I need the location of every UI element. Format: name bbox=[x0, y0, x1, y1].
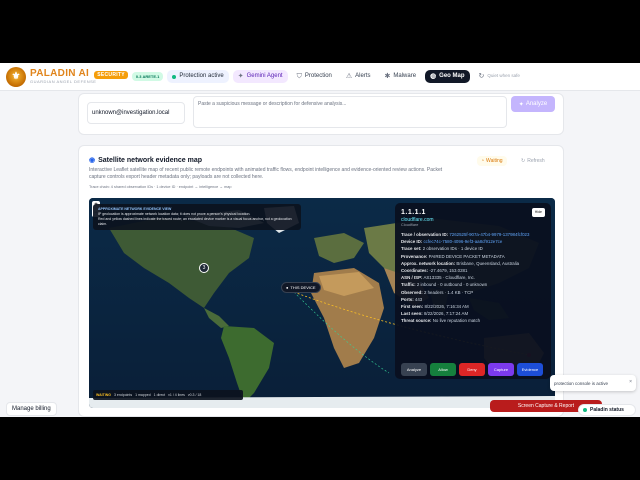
hide-panel-button[interactable]: Hide bbox=[531, 208, 545, 218]
detail-row-value: Brisbane, Queensland, Australia bbox=[456, 260, 520, 266]
deny-button[interactable]: Deny bbox=[459, 363, 485, 377]
globe-icon: ◍ bbox=[430, 72, 437, 80]
nav-protection-active[interactable]: Protection active bbox=[167, 70, 229, 83]
detail-row-value: 443 bbox=[414, 296, 423, 302]
map-card: ◉ Satellite network evidence map Interac… bbox=[78, 145, 564, 417]
brand-subtitle: GUARDIAN ANGEL DEFENSE bbox=[30, 79, 97, 84]
detail-row-key: Trace set: bbox=[401, 246, 422, 252]
refresh-icon: ↻ bbox=[478, 72, 485, 80]
nav-alerts[interactable]: ⚠ Alerts bbox=[341, 70, 376, 84]
detail-row-value: PAIRED DEVICE PACKET METADATA bbox=[428, 253, 505, 259]
detail-row-key: ASN / ISP: bbox=[401, 275, 423, 281]
detail-row: Ports: 443 bbox=[401, 296, 545, 303]
detail-row: Threat source: No live reputation match bbox=[401, 317, 545, 324]
analyze-endpoint-button[interactable]: Analyze bbox=[401, 363, 427, 377]
endpoint-cluster-marker[interactable]: 3 bbox=[199, 263, 209, 273]
nav-quiet-when-safe[interactable]: ↻ Quiet when safe bbox=[474, 70, 525, 84]
shield-icon: ⛉ bbox=[296, 72, 302, 80]
endpoint-org: Cloudflare bbox=[401, 223, 419, 227]
sparkle-icon: ✦ bbox=[237, 72, 244, 80]
status-toast: protection console is active × bbox=[550, 375, 636, 391]
waiting-badge: ◔ Waiting bbox=[477, 156, 507, 166]
signal-icon: ◔ bbox=[481, 158, 485, 164]
endpoint-detail-panel: 1.1.1.1 cloudflare.com Cloudflare Hide T… bbox=[395, 203, 551, 379]
bug-icon: ✱ bbox=[384, 72, 391, 80]
app-frame: ⚜ PALADIN AI SECURITY GUARDIAN ANGEL DEF… bbox=[0, 63, 640, 417]
shield-logo-icon: ⚜ bbox=[6, 66, 26, 87]
refresh-icon: ↻ bbox=[521, 158, 526, 164]
status-dot-icon bbox=[583, 408, 587, 412]
detail-row-value: -27.4679, 153.0281 bbox=[429, 268, 468, 274]
nav-malware[interactable]: ✱ Malware bbox=[380, 70, 422, 84]
nav-protection[interactable]: ⛉ Protection bbox=[292, 70, 337, 84]
detail-row-value: ccfec74c-7580-4096-9ef3-aa8cf912e7ce bbox=[423, 239, 503, 245]
detail-row-key: Coordinates: bbox=[401, 268, 429, 274]
close-icon[interactable]: × bbox=[629, 379, 632, 385]
detail-row-key: Device ID: bbox=[401, 239, 423, 245]
detail-row: First seen: 8/22/2026, 7:16:34 AM bbox=[401, 303, 545, 310]
security-tag: SECURITY bbox=[94, 71, 128, 79]
location-dot-icon: ● bbox=[286, 285, 289, 290]
status-dot-icon bbox=[172, 74, 177, 79]
detail-row: Trace / observation ID: 7262525f-907a-47… bbox=[401, 231, 545, 238]
detail-row-key: Provenance: bbox=[401, 253, 428, 259]
map-disclaimer: APPROXIMATE NETWORK EVIDENCE VIEW IP geo… bbox=[93, 204, 301, 230]
sparkle-icon: ✦ bbox=[518, 101, 524, 108]
detail-row: Trace set: 2 observation IDs · 1 device … bbox=[401, 245, 545, 252]
detail-row-value: 8/22/2026, 7:16:34 AM bbox=[424, 304, 469, 310]
nav-gemini-agent[interactable]: ✦ Gemini Agent bbox=[232, 69, 288, 84]
map-status-bar: WAITING 3 endpoints 1 mapped 1 direct v1… bbox=[93, 390, 243, 400]
manage-billing-button[interactable]: Manage billing bbox=[6, 402, 57, 416]
detail-row-key: Traffic: bbox=[401, 282, 416, 288]
allow-button[interactable]: Allow bbox=[430, 363, 456, 377]
version-badge: 0.3 ARETE.1 bbox=[131, 72, 164, 81]
this-device-marker[interactable]: ● THIS DEVICE bbox=[281, 282, 321, 293]
trace-chain: Trace chain: 4 shared observation IDs · … bbox=[89, 185, 232, 189]
detail-row-value: 7262525f-907a-47b4-9979-137984fcf023 bbox=[449, 232, 530, 237]
detail-row: Traffic: 2 inbound · 0 outbound · 0 unkn… bbox=[401, 281, 545, 288]
detail-row-value: No live reputation match bbox=[432, 318, 481, 324]
refresh-button[interactable]: ↻ Refresh bbox=[517, 156, 549, 166]
detail-row: ASN / ISP: AS13335 · Cloudflare, Inc. bbox=[401, 274, 545, 281]
paladin-status-button[interactable]: Paladin status bbox=[578, 404, 636, 416]
detail-row: Observed: 2 headers · 1.4 KB · TCP bbox=[401, 289, 545, 296]
detail-row-value: 2 headers · 1.4 KB · TCP bbox=[423, 289, 474, 295]
analyze-card: unknown@investigation.local Paste a susp… bbox=[78, 93, 564, 135]
main-nav: Protection active ✦ Gemini Agent ⛉ Prote… bbox=[167, 69, 525, 84]
detail-row-value: 2 observation IDs · 1 device ID bbox=[422, 246, 483, 252]
email-field[interactable]: unknown@investigation.local bbox=[87, 102, 185, 124]
detail-row: Device ID: ccfec74c-7580-4096-9ef3-aa8cf… bbox=[401, 238, 545, 245]
endpoint-ip: 1.1.1.1 bbox=[401, 209, 426, 216]
detail-row-value: 2 inbound · 0 outbound · 0 unknown bbox=[416, 282, 488, 288]
brand-title: PALADIN AI SECURITY bbox=[30, 69, 128, 79]
detail-row: Approx. network location: Brisbane, Quee… bbox=[401, 260, 545, 267]
detail-row: Last seen: 8/22/2026, 7:17:24 AM bbox=[401, 310, 545, 317]
detail-row-key: Last seen: bbox=[401, 311, 423, 317]
detail-row: Coordinates: -27.4679, 153.0281 bbox=[401, 267, 545, 274]
detail-row-key: Ports: bbox=[401, 296, 414, 302]
satellite-map[interactable]: + − APPROXIMATE NETWORK EVIDENCE VIEW IP… bbox=[89, 198, 555, 408]
map-description: Interactive Leaflet satellite map of rec… bbox=[89, 167, 443, 180]
analyze-button[interactable]: ✦ Analyze bbox=[511, 96, 555, 112]
detail-actions: Analyze Allow Deny Capture Evidence bbox=[401, 363, 543, 377]
message-input[interactable]: Paste a suspicious message or descriptio… bbox=[193, 96, 507, 128]
detail-row-value: 8/22/2026, 7:17:24 AM bbox=[423, 311, 469, 317]
top-header: ⚜ PALADIN AI SECURITY GUARDIAN ANGEL DEF… bbox=[0, 63, 640, 91]
detail-row: Provenance: PAIRED DEVICE PACKET METADAT… bbox=[401, 253, 545, 260]
detail-row-key: Trace / observation ID: bbox=[401, 232, 449, 237]
detail-row-value: AS13335 · Cloudflare, Inc. bbox=[423, 275, 475, 281]
map-card-title: ◉ Satellite network evidence map bbox=[89, 156, 202, 165]
alert-icon: ⚠ bbox=[345, 72, 353, 80]
detail-rows: Trace / observation ID: 7262525f-907a-47… bbox=[401, 231, 545, 325]
detail-row-key: First seen: bbox=[401, 304, 424, 310]
detail-row-key: Approx. network location: bbox=[401, 260, 456, 266]
evidence-button[interactable]: Evidence bbox=[517, 363, 543, 377]
nav-geo-map[interactable]: ◍ Geo Map bbox=[425, 69, 470, 84]
detail-row-key: Threat source: bbox=[401, 318, 432, 324]
capture-button[interactable]: Capture bbox=[488, 363, 514, 377]
detail-row-key: Observed: bbox=[401, 289, 423, 295]
brand-logo[interactable]: ⚜ PALADIN AI SECURITY GUARDIAN ANGEL DEF… bbox=[6, 66, 128, 87]
satellite-icon: ◉ bbox=[89, 157, 96, 164]
